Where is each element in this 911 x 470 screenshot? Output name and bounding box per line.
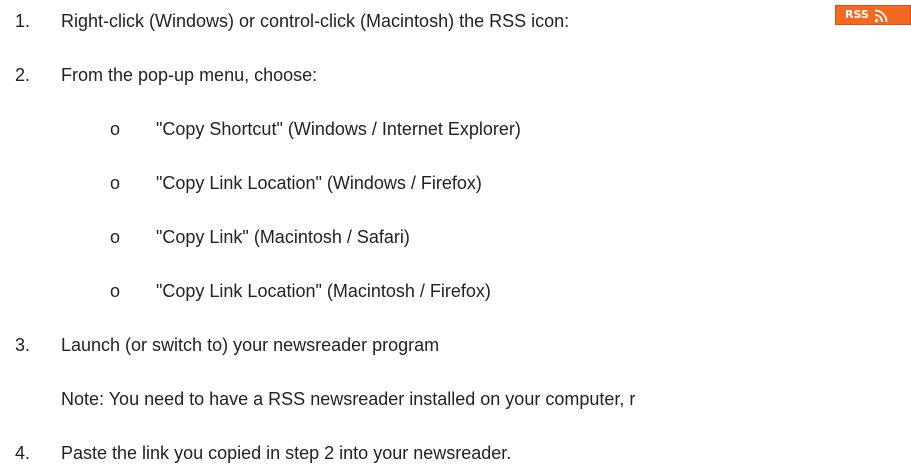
step-text: Launch (or switch to) your newsreader pr… xyxy=(61,335,440,355)
step-number: 3. xyxy=(15,335,31,355)
bullet-marker: o xyxy=(110,119,121,139)
rss-label: RSS xyxy=(845,8,869,21)
step-text: Right-click (Windows) or control-click (… xyxy=(61,11,570,31)
rss-badge-button[interactable]: RSS xyxy=(835,5,911,25)
step-text: From the pop-up menu, choose: xyxy=(61,65,318,85)
option-text: "Copy Link Location" (Macintosh / Firefo… xyxy=(156,281,491,301)
bullet-marker: o xyxy=(110,281,121,301)
step-text: Paste the link you copied in step 2 into… xyxy=(61,443,512,463)
bullet-marker: o xyxy=(110,173,121,193)
option-text: "Copy Link Location" (Windows / Firefox) xyxy=(156,173,482,193)
option-text: "Copy Shortcut" (Windows / Internet Expl… xyxy=(156,119,521,139)
step-number: 1. xyxy=(15,11,31,31)
option-text: "Copy Link" (Macintosh / Safari) xyxy=(156,227,410,247)
step-number: 2. xyxy=(15,65,31,85)
bullet-marker: o xyxy=(110,227,121,247)
note-text: Note: You need to have a RSS newsreader … xyxy=(61,389,636,409)
note: Note: You need to have a RSS newsreader … xyxy=(61,388,635,410)
rss-feed-icon xyxy=(874,9,888,23)
step-number: 4. xyxy=(15,443,31,463)
